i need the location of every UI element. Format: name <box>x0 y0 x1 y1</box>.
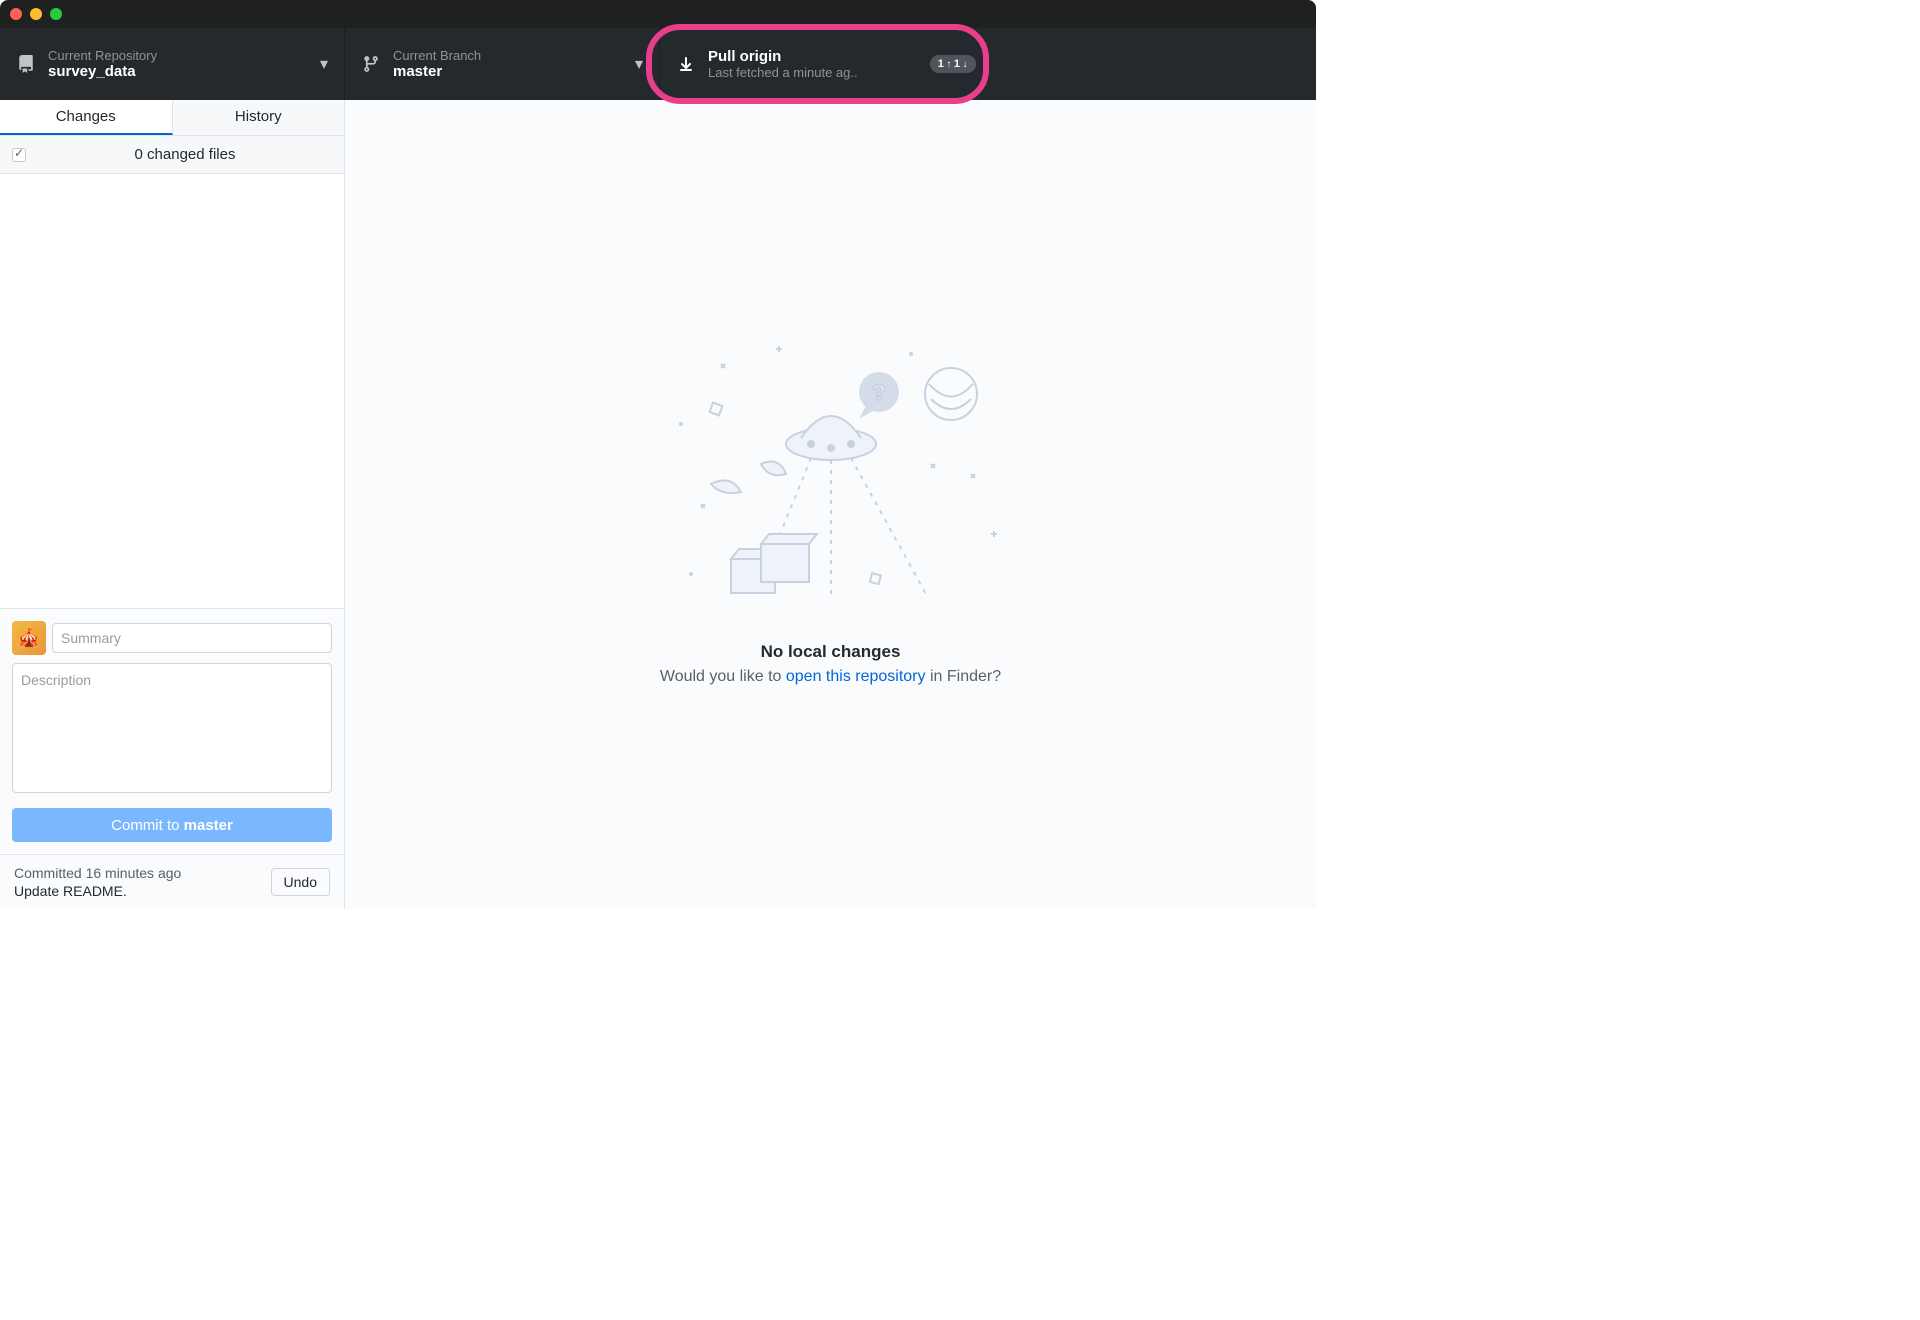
titlebar <box>0 0 1316 28</box>
tab-history[interactable]: History <box>173 100 345 135</box>
maximize-window-button[interactable] <box>50 8 62 20</box>
empty-state-title: No local changes <box>761 642 901 662</box>
empty-prefix: Would you like to <box>660 668 786 685</box>
last-commit-message: Update README. <box>14 883 181 899</box>
undo-button[interactable]: Undo <box>271 868 330 896</box>
sidebar: Changes History 0 changed files 🎪 Commit… <box>0 100 345 909</box>
branch-label: Current Branch <box>393 48 627 63</box>
open-repository-link[interactable]: open this repository <box>786 668 926 685</box>
empty-state-illustration: ? <box>661 324 1001 624</box>
commit-description-input[interactable] <box>12 663 332 793</box>
commit-summary-input[interactable] <box>52 623 332 653</box>
changes-list <box>0 174 344 608</box>
avatar: 🎪 <box>12 621 46 655</box>
repo-icon <box>16 55 36 73</box>
repo-value: survey_data <box>48 63 312 80</box>
pull-count: 1 <box>954 58 961 70</box>
branch-text: Current Branch master <box>393 48 627 80</box>
main: Changes History 0 changed files 🎪 Commit… <box>0 100 1316 909</box>
branch-value: master <box>393 63 627 80</box>
arrow-down-icon: ↓ <box>963 59 969 70</box>
empty-suffix: in Finder? <box>926 668 1002 685</box>
commit-button-branch: master <box>184 817 233 834</box>
sync-badge: 1↑ 1↓ <box>930 55 976 73</box>
commit-button[interactable]: Commit to master <box>12 808 332 842</box>
last-commit-bar: Committed 16 minutes ago Update README. … <box>0 854 344 909</box>
commit-form: 🎪 Commit to master <box>0 608 344 854</box>
pull-text: Pull origin Last fetched a minute ag.. <box>708 48 922 80</box>
pull-origin-button[interactable]: Pull origin Last fetched a minute ag.. 1… <box>660 28 1316 100</box>
last-commit-time: Committed 16 minutes ago <box>14 865 181 881</box>
branch-selector[interactable]: Current Branch master ▾ <box>345 28 660 100</box>
traffic-lights <box>10 8 62 20</box>
repository-selector[interactable]: Current Repository survey_data ▾ <box>0 28 345 100</box>
pull-subtitle: Last fetched a minute ag.. <box>708 65 922 80</box>
svg-text:?: ? <box>872 380 885 405</box>
commit-button-prefix: Commit to <box>111 817 184 834</box>
push-count: 1 <box>938 58 945 70</box>
tab-changes[interactable]: Changes <box>0 100 173 135</box>
close-window-button[interactable] <box>10 8 22 20</box>
arrow-up-icon: ↑ <box>946 59 952 70</box>
caret-down-icon: ▾ <box>320 54 328 74</box>
minimize-window-button[interactable] <box>30 8 42 20</box>
changed-files-count: 0 changed files <box>38 146 332 163</box>
content-area: ? <box>345 100 1316 909</box>
branch-icon <box>361 55 381 73</box>
repo-label: Current Repository <box>48 48 312 63</box>
toolbar: Current Repository survey_data ▾ Current… <box>0 28 1316 100</box>
last-commit-info: Committed 16 minutes ago Update README. <box>14 865 181 899</box>
select-all-checkbox[interactable] <box>12 148 26 162</box>
empty-state-subtitle: Would you like to open this repository i… <box>660 668 1001 686</box>
download-icon <box>676 56 696 72</box>
caret-down-icon: ▾ <box>635 54 643 74</box>
sidebar-tabs: Changes History <box>0 100 344 136</box>
repo-text: Current Repository survey_data <box>48 48 312 80</box>
pull-title: Pull origin <box>708 48 922 65</box>
changes-list-header: 0 changed files <box>0 136 344 174</box>
